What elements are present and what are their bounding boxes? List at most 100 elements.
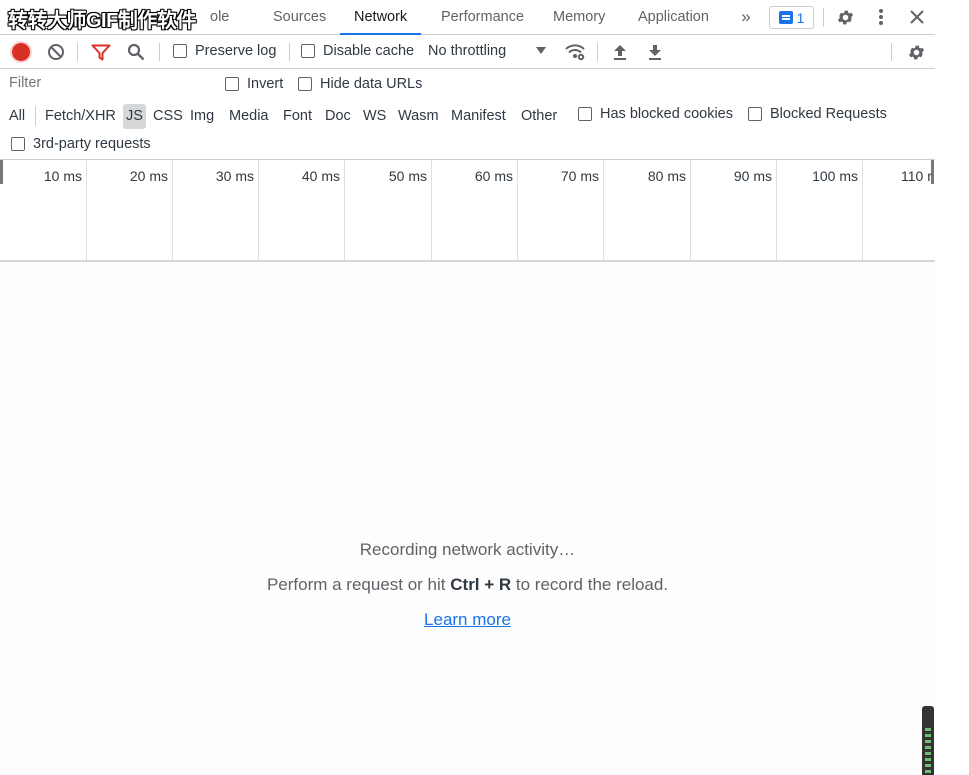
divider: [289, 43, 290, 61]
timeline-tick-label: 110 r: [901, 168, 932, 184]
invert-label: Invert: [247, 76, 284, 92]
blocked-requests-checkbox[interactable]: Blocked Requests: [748, 106, 887, 122]
filter-bar: Invert Hide data URLs: [0, 69, 935, 100]
has-blocked-cookies-checkbox[interactable]: Has blocked cookies: [578, 106, 733, 122]
hide-data-urls-checkbox[interactable]: Hide data URLs: [298, 76, 422, 92]
side-meter: [922, 706, 934, 775]
timeline-grid-line: [862, 160, 863, 260]
network-toolbar: Preserve log Disable cache No throttling: [0, 35, 935, 69]
checkbox-box[interactable]: [578, 107, 592, 121]
type-wasm[interactable]: Wasm: [396, 104, 441, 129]
timeline-grid-line: [690, 160, 691, 260]
tab-memory[interactable]: Memory: [539, 0, 619, 35]
timeline-grid-line: [517, 160, 518, 260]
recording-message: Recording network activity…: [359, 540, 576, 559]
divider: [35, 106, 36, 126]
type-fetch-xhr[interactable]: Fetch/XHR: [43, 104, 118, 129]
third-party-requests-label: 3rd-party requests: [33, 136, 151, 152]
close-icon[interactable]: [907, 7, 927, 27]
type-doc[interactable]: Doc: [323, 104, 353, 129]
filter-input[interactable]: [9, 75, 199, 91]
issues-count: 1: [796, 9, 805, 26]
has-blocked-cookies-label: Has blocked cookies: [600, 106, 733, 122]
timeline-tick-label: 90 ms: [733, 168, 772, 184]
disable-cache-label: Disable cache: [323, 43, 415, 59]
network-conditions-wifi-icon[interactable]: [563, 41, 587, 63]
timeline-grid-line: [431, 160, 432, 260]
throttling-select[interactable]: No throttling: [428, 35, 506, 69]
timeline-overview[interactable]: 10 ms 20 ms 30 ms 40 ms 50 ms 60 ms 70 ms 80 ms…: [0, 160, 935, 262]
tab-application[interactable]: Application: [624, 0, 723, 35]
settings-gear-icon[interactable]: [835, 7, 855, 27]
timeline-tick-label: 40 ms: [301, 168, 340, 184]
checkbox-box[interactable]: [173, 44, 187, 58]
preserve-log-label: Preserve log: [195, 43, 277, 59]
timeline-grid-line: [344, 160, 345, 260]
import-har-upload-icon[interactable]: [610, 42, 630, 62]
timeline-grid-line: [776, 160, 777, 260]
type-ws[interactable]: WS: [361, 104, 388, 129]
chevron-down-icon[interactable]: [536, 47, 546, 54]
type-img[interactable]: Img: [188, 104, 216, 129]
timeline-tick-label: 30 ms: [215, 168, 254, 184]
learn-more-link[interactable]: Learn more: [424, 610, 511, 629]
timeline-tick-label: 60 ms: [474, 168, 513, 184]
reload-hint: Perform a request or hit Ctrl + R to rec…: [0, 575, 935, 595]
type-other[interactable]: Other: [519, 104, 559, 129]
type-js[interactable]: JS: [123, 104, 146, 129]
tab-sources[interactable]: Sources: [259, 0, 340, 35]
divider: [597, 43, 598, 61]
invert-checkbox[interactable]: Invert: [225, 76, 283, 92]
message-icon: [778, 11, 793, 24]
requests-empty-state: Recording network activity… Perform a re…: [0, 262, 935, 775]
resource-type-filters: All Fetch/XHR JS CSS Img Media Font Doc …: [0, 100, 935, 160]
tab-performance[interactable]: Performance: [427, 0, 538, 35]
issues-button[interactable]: 1: [769, 6, 814, 29]
reload-hint-prefix: Perform a request or hit: [266, 575, 451, 594]
checkbox-box[interactable]: [301, 44, 315, 58]
search-icon[interactable]: [125, 42, 147, 62]
right-gutter: [935, 0, 969, 775]
timeline-tick-label: 20 ms: [129, 168, 168, 184]
type-css[interactable]: CSS: [151, 104, 185, 129]
watermark-logo: 转转大师GIF制作软件: [8, 10, 196, 32]
more-tabs-chevron-icon[interactable]: »: [737, 6, 755, 28]
blocked-requests-label: Blocked Requests: [770, 106, 887, 122]
divider: [891, 43, 892, 61]
type-all[interactable]: All: [7, 104, 27, 129]
checkbox-box[interactable]: [298, 77, 312, 91]
checkbox-box[interactable]: [11, 137, 25, 151]
panel-tab-bar: ole 转转大师GIF制作软件 Sources Network Performa…: [0, 0, 935, 35]
timeline-tick-label: 100 ms: [812, 168, 858, 184]
export-har-download-icon[interactable]: [645, 42, 665, 62]
reload-shortcut: Ctrl + R: [450, 575, 512, 594]
divider: [77, 43, 78, 61]
timeline-tick-label: 10 ms: [43, 168, 82, 184]
clear-block-icon[interactable]: [46, 42, 66, 62]
learn-more-container: Learn more: [0, 610, 935, 630]
timeline-grid-line: [172, 160, 173, 260]
tab-console[interactable]: ole: [196, 0, 243, 35]
filter-funnel-icon[interactable]: [90, 42, 112, 62]
devtools-panel: ole 转转大师GIF制作软件 Sources Network Performa…: [0, 0, 935, 775]
timeline-tick-label: 80 ms: [647, 168, 686, 184]
checkbox-box[interactable]: [225, 77, 239, 91]
divider: [823, 8, 824, 27]
more-options-kebab-icon[interactable]: [871, 7, 891, 27]
hide-data-urls-label: Hide data URLs: [320, 76, 423, 92]
divider: [159, 43, 160, 61]
timeline-tick-label: 50 ms: [388, 168, 427, 184]
type-media[interactable]: Media: [227, 104, 271, 129]
disable-cache-checkbox[interactable]: Disable cache: [301, 43, 414, 59]
timeline-tick-label: 70 ms: [560, 168, 599, 184]
tab-network[interactable]: Network: [340, 0, 422, 35]
third-party-requests-checkbox[interactable]: 3rd-party requests: [11, 136, 151, 152]
preserve-log-checkbox[interactable]: Preserve log: [173, 43, 276, 59]
type-font[interactable]: Font: [281, 104, 314, 129]
network-settings-gear-icon[interactable]: [906, 42, 926, 62]
reload-hint-suffix: to record the reload.: [511, 575, 669, 594]
timeline-grid-line: [258, 160, 259, 260]
type-manifest[interactable]: Manifest: [449, 104, 508, 129]
checkbox-box[interactable]: [748, 107, 762, 121]
record-button[interactable]: [12, 43, 30, 61]
